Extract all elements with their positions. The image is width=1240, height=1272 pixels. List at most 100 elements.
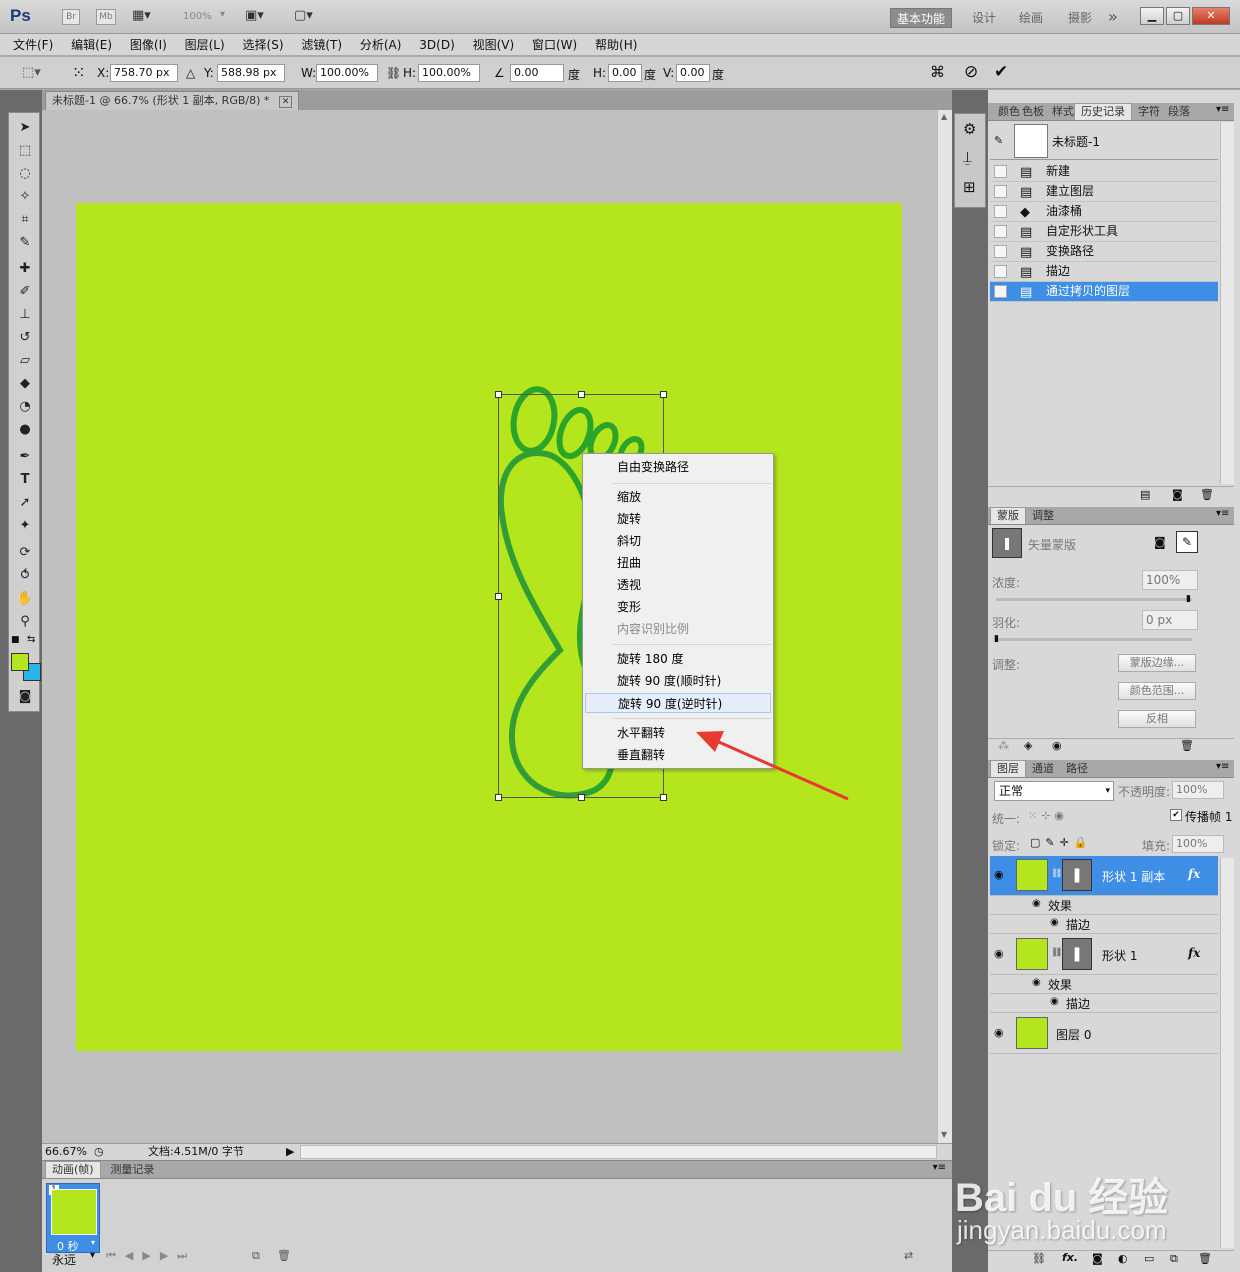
tab-masks[interactable]: 蒙版 (990, 507, 1026, 524)
panel-menu-icon[interactable]: ▾≡ (1216, 508, 1229, 519)
crop-tool-icon[interactable]: ⌗ (12, 210, 38, 230)
menu-window[interactable]: 窗口(W) (525, 34, 584, 56)
menu-rotate-180[interactable]: 旋转 180 度 (585, 649, 771, 669)
add-style-icon[interactable]: fx. (1062, 1251, 1078, 1264)
visibility-eye-icon[interactable]: ◉ (994, 947, 1004, 960)
new-snapshot-icon[interactable]: ◙ (1172, 488, 1183, 501)
warp-mode-icon[interactable]: ⌘ (930, 63, 945, 81)
height-field[interactable]: 100.00% (418, 64, 480, 82)
horizontal-scrollbar[interactable] (300, 1145, 937, 1159)
propagate-frame-checkbox[interactable]: ✔ (1170, 809, 1182, 821)
history-step[interactable]: ▤ 自定形状工具 (990, 222, 1218, 242)
transform-handle[interactable] (578, 391, 585, 398)
y-position-field[interactable]: 588.98 px (217, 64, 285, 82)
layer-effects-row[interactable]: ◉ 效果 (990, 975, 1218, 994)
quick-selection-icon[interactable]: ✧ (12, 187, 38, 207)
vector-mask-thumbnail[interactable]: ❚ (1062, 938, 1092, 970)
status-info-icon[interactable]: ◷ (94, 1144, 104, 1160)
tab-swatches[interactable]: 色板 (1016, 104, 1050, 121)
tab-paragraph[interactable]: 段落 (1162, 104, 1196, 121)
delete-frame-icon[interactable]: 🗑 (277, 1249, 291, 1262)
layer-shape-1-copy[interactable]: ◉ ⛓ ❚ 形状 1 副本 fx (990, 856, 1218, 896)
scroll-up-icon[interactable]: ▲ (941, 112, 947, 121)
density-field[interactable]: 100% (1142, 570, 1198, 590)
eye-icon[interactable]: ◉ (1052, 739, 1062, 752)
menu-file[interactable]: 文件(F) (6, 34, 60, 56)
brush-presets-icon[interactable]: ⚙ (963, 120, 976, 138)
menu-layer[interactable]: 图层(L) (178, 34, 232, 56)
layer-effects-row[interactable]: ◉ 效果 (990, 896, 1218, 915)
quick-mask-icon[interactable]: ◙ (12, 687, 38, 707)
delete-layer-icon[interactable]: 🗑 (1198, 1252, 1212, 1265)
layer-stroke-effect-row[interactable]: ◉ 描边 (990, 915, 1218, 934)
fx-icon[interactable]: fx (1188, 946, 1200, 960)
link-icon[interactable]: ⛓ (1051, 869, 1062, 879)
type-tool-icon[interactable]: T (12, 470, 38, 490)
tab-history[interactable]: 历史记录 (1074, 103, 1132, 120)
clone-source-icon[interactable]: ⍊ (963, 148, 972, 166)
delete-state-icon[interactable]: 🗑 (1200, 488, 1214, 501)
mask-edge-button[interactable]: 蒙版边缘... (1118, 654, 1196, 672)
transform-handle[interactable] (495, 794, 502, 801)
menu-distort[interactable]: 扭曲 (585, 553, 771, 573)
menu-rotate-90-ccw[interactable]: 旋转 90 度(逆时针) (585, 693, 771, 713)
menu-3d[interactable]: 3D(D) (412, 34, 461, 56)
density-slider[interactable]: ▮ (996, 594, 1192, 604)
history-step[interactable]: ▤ 描边 (990, 262, 1218, 282)
zoom-status[interactable]: 66.67% (45, 1144, 87, 1160)
menu-scale[interactable]: 缩放 (585, 487, 771, 507)
invert-button[interactable]: 反相 (1118, 710, 1196, 728)
pen-tool-icon[interactable]: ✒ (12, 447, 38, 467)
delete-mask-icon[interactable]: 🗑 (1180, 739, 1194, 752)
reference-point-icon[interactable]: ⁙ (72, 63, 85, 82)
menu-help[interactable]: 帮助(H) (588, 34, 644, 56)
panel-menu-icon[interactable]: ▾≡ (1216, 761, 1229, 772)
history-snapshot[interactable]: ✎ 未标题-1 (990, 122, 1218, 160)
cancel-transform-icon[interactable]: ⊘ (964, 62, 978, 82)
marquee-tool-icon[interactable]: ⬚ (12, 141, 38, 161)
workspace-photography[interactable]: 摄影 (1062, 8, 1098, 28)
visibility-eye-icon[interactable]: ◉ (1050, 917, 1059, 928)
tab-measurement-log[interactable]: 测量记录 (104, 1162, 160, 1179)
workspace-painting[interactable]: 绘画 (1013, 8, 1049, 28)
color-range-button[interactable]: 颜色范围... (1118, 682, 1196, 700)
commit-transform-icon[interactable]: ✔ (994, 62, 1008, 82)
status-menu-icon[interactable]: ▶ (286, 1144, 294, 1160)
arrange-documents-icon[interactable]: ▣▾ (245, 8, 264, 26)
eyedropper-icon[interactable]: ✎ (12, 233, 38, 253)
pixel-mask-icon[interactable]: ◙ (1154, 535, 1166, 549)
vertical-scrollbar[interactable]: ▲ ▼ (937, 110, 952, 1143)
frame-1[interactable]: 1 0 秒 ▾ (46, 1183, 100, 1253)
feather-slider[interactable]: ▮ (994, 634, 1192, 644)
move-tool-icon[interactable]: ➤ (12, 118, 38, 138)
menu-select[interactable]: 选择(S) (236, 34, 291, 56)
more-workspaces-icon[interactable]: » (1108, 7, 1118, 26)
panel-menu-icon[interactable]: ▾≡ (1216, 104, 1229, 115)
dodge-tool-icon[interactable]: ● (12, 420, 38, 440)
minimize-icon[interactable]: ▁ (1140, 7, 1164, 25)
load-selection-icon[interactable]: ⁂ (998, 739, 1009, 752)
brush-tool-icon[interactable]: ✐ (12, 282, 38, 302)
fx-icon[interactable]: fx (1188, 867, 1200, 881)
transform-handle[interactable] (495, 391, 502, 398)
blend-mode-select[interactable]: 正常 ▾ (994, 781, 1114, 801)
x-position-field[interactable]: 758.70 px (110, 64, 178, 82)
close-icon[interactable]: ✕ (1192, 7, 1230, 25)
tool-preset-icon[interactable]: ⬚▾ (22, 65, 41, 80)
unify-buttons-icon[interactable]: ⁙⊹◉ (1028, 809, 1068, 822)
menu-view[interactable]: 视图(V) (466, 34, 522, 56)
lock-buttons-icon[interactable]: ▢✎✛🔒 (1030, 836, 1093, 849)
healing-brush-icon[interactable]: ✚ (12, 259, 38, 279)
tab-animation[interactable]: 动画(帧) (45, 1161, 101, 1178)
history-step[interactable]: ▤ 变换路径 (990, 242, 1218, 262)
default-colors-icon[interactable]: ■ (11, 635, 20, 645)
fill-field[interactable]: 100% (1172, 835, 1224, 853)
3d-orbit-icon[interactable]: ⥀ (12, 566, 38, 586)
panel-menu-icon[interactable]: ▾≡ (933, 1162, 946, 1173)
document-canvas[interactable] (76, 203, 902, 1051)
eraser-icon[interactable]: ▱ (12, 351, 38, 371)
new-group-icon[interactable]: ▭ (1144, 1252, 1154, 1265)
menu-analysis[interactable]: 分析(A) (353, 34, 409, 56)
document-tab[interactable]: 未标题-1 @ 66.7% (形状 1 副本, RGB/8) * ✕ (45, 91, 300, 110)
zoom-level-dropdown[interactable]: 100% (183, 11, 212, 22)
